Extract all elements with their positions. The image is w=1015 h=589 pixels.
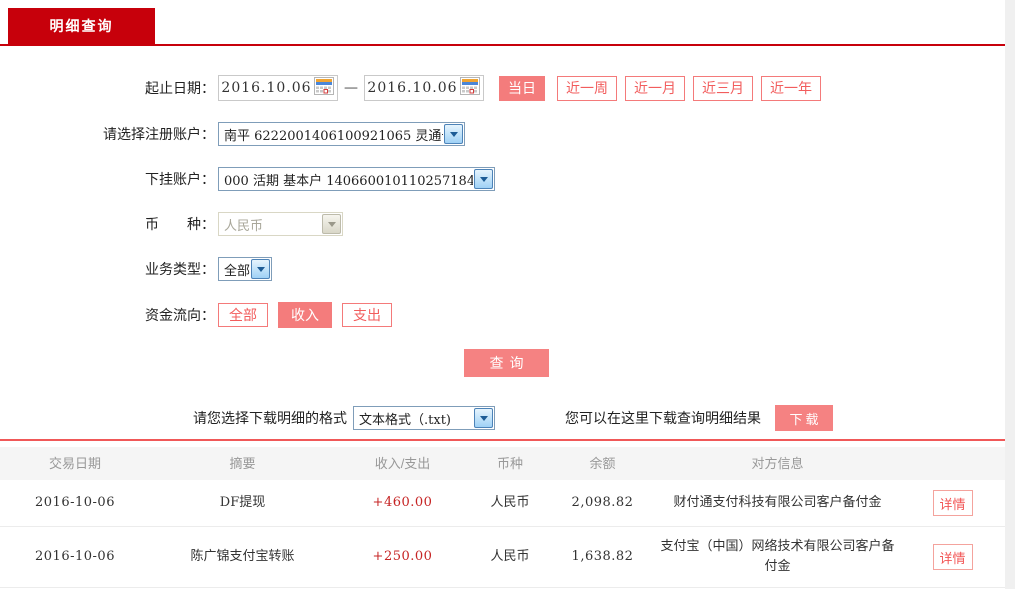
calendar-icon[interactable] [460, 77, 480, 99]
chevron-down-icon [444, 124, 463, 144]
currency-value: 人民币 [219, 215, 321, 234]
download-format-value: 文本格式（.txt) [354, 409, 473, 428]
header-counterparty: 对方信息 [655, 454, 900, 474]
currency-label: 币 种： [0, 214, 215, 234]
table-row: 2016-10-06 陈广锦支付宝转账 +250.00 人民币 1,638.82… [0, 527, 1005, 588]
chevron-down-icon [474, 169, 493, 189]
header-income-expense: 收入/支出 [335, 454, 470, 474]
query-form: 起止日期： 2016.10.06 [0, 46, 1005, 377]
cell-currency: 人民币 [470, 537, 550, 577]
quick-range-today-button[interactable]: 当日 [499, 76, 545, 101]
sub-account-label: 下挂账户： [0, 169, 215, 189]
query-button-row: 查询 [0, 349, 1005, 377]
quick-range-month-button[interactable]: 近一月 [625, 76, 685, 101]
date-range-row: 起止日期： 2016.10.06 [0, 75, 1005, 101]
sub-account-row: 下挂账户： 000 活期 基本户 1406600101102571848 [0, 167, 1005, 191]
cell-balance: 2,098.82 [550, 483, 655, 523]
register-account-row: 请选择注册账户： 南平 6222001406100921065 灵通卡 [0, 122, 1005, 146]
date-from-input[interactable]: 2016.10.06 [218, 75, 338, 101]
tab-detail-query[interactable]: 明细查询 [8, 8, 155, 44]
business-type-label: 业务类型： [0, 259, 215, 279]
fund-flow-all-button[interactable]: 全部 [218, 303, 268, 327]
fund-flow-income-button[interactable]: 收入 [278, 302, 332, 328]
business-type-row: 业务类型： 全部 [0, 257, 1005, 281]
chevron-down-icon [474, 408, 493, 428]
query-button[interactable]: 查询 [464, 349, 549, 377]
cell-summary: DF提现 [150, 483, 335, 523]
table-top-divider [0, 439, 1005, 441]
cell-counterparty: 支付宝（中国）网络技术有限公司客户备付金 [655, 527, 900, 587]
main-panel: 明细查询 起止日期： 2016.10.06 [0, 0, 1005, 589]
register-account-value: 南平 6222001406100921065 灵通卡 [219, 125, 443, 144]
table-row: 2016-10-06 DF提现 +460.00 人民币 2,098.82 财付通… [0, 480, 1005, 527]
cell-counterparty: 财付通支付科技有限公司客户备付金 [655, 483, 900, 523]
download-format-label: 请您选择下载明细的格式 [193, 408, 347, 428]
header-summary: 摘要 [150, 454, 335, 474]
chevron-down-icon [251, 259, 270, 279]
date-range-label: 起止日期： [0, 78, 215, 98]
table-header-row: 交易日期 摘要 收入/支出 币种 余额 对方信息 [0, 447, 1005, 480]
cell-amount: +250.00 [335, 537, 470, 577]
cell-currency: 人民币 [470, 483, 550, 523]
fund-flow-expense-button[interactable]: 支出 [342, 303, 392, 327]
download-row: 请您选择下载明细的格式 文本格式（.txt) 您可以在这里下载查询明细结果 下载 [0, 405, 1005, 431]
quick-range-week-button[interactable]: 近一周 [557, 76, 617, 101]
sub-account-select[interactable]: 000 活期 基本户 1406600101102571848 [218, 167, 495, 191]
cell-trade-date: 2016-10-06 [0, 483, 150, 523]
quick-range-buttons: 当日 近一周 近一月 近三月 近一年 [499, 76, 829, 101]
date-to-input[interactable]: 2016.10.06 [364, 75, 484, 101]
cell-balance: 1,638.82 [550, 537, 655, 577]
download-format-select[interactable]: 文本格式（.txt) [353, 406, 495, 430]
header-trade-date: 交易日期 [0, 454, 150, 474]
cell-summary: 陈广锦支付宝转账 [150, 537, 335, 577]
header-currency: 币种 [470, 454, 550, 474]
cell-amount: +460.00 [335, 483, 470, 523]
sub-account-value: 000 活期 基本户 1406600101102571848 [219, 170, 473, 189]
currency-row: 币 种： 人民币 [0, 212, 1005, 236]
quick-range-3months-button[interactable]: 近三月 [693, 76, 753, 101]
tab-bar: 明细查询 [0, 0, 1005, 46]
register-account-label: 请选择注册账户： [0, 124, 215, 144]
date-from-value: 2016.10.06 [219, 80, 314, 96]
detail-button[interactable]: 详情 [933, 544, 973, 570]
fund-flow-label: 资金流向： [0, 305, 215, 325]
date-separator: — [344, 80, 358, 96]
download-button[interactable]: 下载 [775, 405, 833, 431]
register-account-select[interactable]: 南平 6222001406100921065 灵通卡 [218, 122, 465, 146]
fund-flow-row: 资金流向： 全部 收入 支出 [0, 302, 1005, 328]
chevron-down-icon [322, 214, 341, 234]
header-balance: 余额 [550, 454, 655, 474]
calendar-icon[interactable] [314, 77, 334, 99]
currency-select: 人民币 [218, 212, 343, 236]
detail-button[interactable]: 详情 [933, 490, 973, 516]
date-to-value: 2016.10.06 [365, 80, 460, 96]
business-type-value: 全部 [219, 260, 250, 279]
business-type-select[interactable]: 全部 [218, 257, 272, 281]
quick-range-year-button[interactable]: 近一年 [761, 76, 821, 101]
download-hint: 您可以在这里下载查询明细结果 [565, 408, 761, 428]
cell-trade-date: 2016-10-06 [0, 537, 150, 577]
